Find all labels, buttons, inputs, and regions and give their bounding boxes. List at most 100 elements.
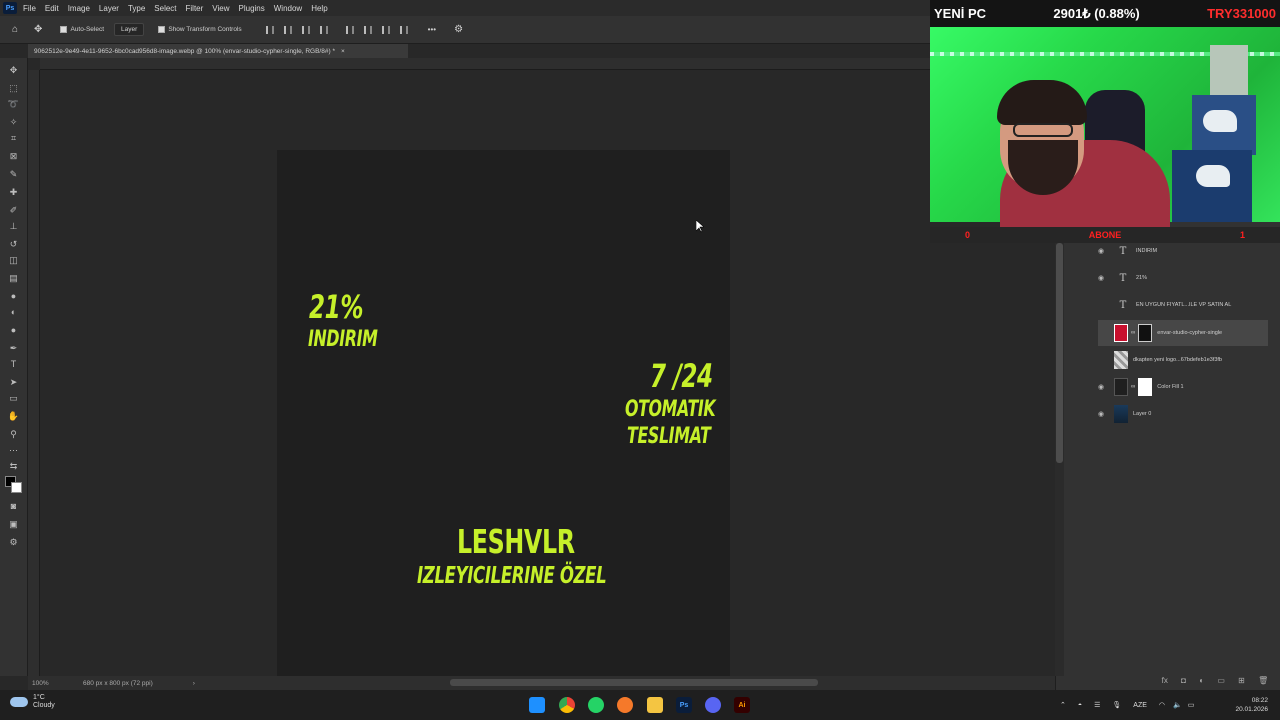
- move-tool-icon[interactable]: ✥: [34, 24, 42, 35]
- move-tool-icon[interactable]: ✥: [7, 64, 20, 76]
- type-tool-icon[interactable]: T: [7, 358, 20, 370]
- windows-start-icon[interactable]: [529, 697, 545, 713]
- language-indicator[interactable]: AZE: [1133, 702, 1147, 709]
- clone-stamp-tool-icon[interactable]: ⊥: [7, 220, 20, 232]
- close-tab-icon[interactable]: ×: [341, 48, 345, 55]
- brush-tool-icon[interactable]: ✐: [7, 204, 20, 216]
- lasso-tool-icon[interactable]: ➰: [7, 98, 20, 110]
- layer-mask-thumbnail[interactable]: [1138, 324, 1153, 342]
- layer-mask-thumbnail[interactable]: [1138, 378, 1153, 396]
- distribute-icon[interactable]: [319, 25, 328, 34]
- wifi-icon[interactable]: ◠: [1159, 701, 1165, 709]
- gear-icon[interactable]: ⚙: [454, 24, 463, 35]
- steam-icon[interactable]: ◓: [1078, 702, 1082, 709]
- menu-type[interactable]: Type: [128, 4, 145, 13]
- background-color-swatch[interactable]: [11, 482, 22, 493]
- layer-row[interactable]: ◉ dkapten yeni logo...67bdefeb1e3f3fb: [1098, 347, 1268, 373]
- new-group-icon[interactable]: ▭: [1217, 676, 1225, 685]
- illustrator-icon[interactable]: Ai: [734, 697, 750, 713]
- pen-tool-icon[interactable]: ✒: [7, 342, 20, 354]
- document-canvas[interactable]: 21% INDIRIM 7 /24 OTOMATIK TESLIMAT LESH…: [277, 150, 730, 676]
- delivery-line1-text[interactable]: OTOMATIK: [625, 397, 716, 422]
- eye-icon[interactable]: ◉: [1098, 274, 1108, 282]
- auto-select-target-dropdown[interactable]: Layer: [114, 23, 145, 36]
- photoshop-logo-icon[interactable]: Ps: [3, 2, 17, 14]
- document-tab[interactable]: 9062512e-9e49-4e11-9652-6bc0cad956d8-ima…: [28, 44, 408, 58]
- eye-icon[interactable]: ◉: [1098, 247, 1108, 255]
- healing-brush-tool-icon[interactable]: ✚: [7, 186, 20, 198]
- eye-icon[interactable]: ◉: [1098, 410, 1108, 418]
- distribute-vertical-icon[interactable]: [399, 25, 408, 34]
- home-icon[interactable]: ⌂: [12, 24, 18, 35]
- menu-select[interactable]: Select: [154, 4, 176, 13]
- more-options-button[interactable]: •••: [428, 25, 436, 34]
- more-tools-icon[interactable]: ⋯: [7, 444, 20, 456]
- eraser-tool-icon[interactable]: ◫: [7, 254, 20, 266]
- swap-colors-icon[interactable]: ⇆: [7, 460, 20, 472]
- menu-plugins[interactable]: Plugins: [239, 4, 265, 13]
- add-mask-icon[interactable]: ◘: [1181, 676, 1186, 685]
- blur-tool-icon[interactable]: ●: [7, 290, 20, 302]
- weather-widget[interactable]: 1°C Cloudy: [10, 694, 55, 710]
- layer-row[interactable]: ◉ ∞ Color Fill 1: [1098, 374, 1268, 400]
- dodge-burn-tool-icon[interactable]: ●: [7, 324, 20, 336]
- gradient-tool-icon[interactable]: ▤: [7, 272, 20, 284]
- discount-percent-text[interactable]: 21%: [309, 288, 363, 326]
- align-top-icon[interactable]: [345, 25, 354, 34]
- align-middle-icon[interactable]: [363, 25, 372, 34]
- rectangle-tool-icon[interactable]: ▭: [7, 392, 20, 404]
- hours-text[interactable]: 7 /24: [650, 357, 713, 395]
- blender-icon[interactable]: [617, 697, 633, 713]
- magic-wand-tool-icon[interactable]: ✧: [7, 116, 20, 128]
- eyedropper-tool-icon[interactable]: ✎: [7, 168, 20, 180]
- menu-layer[interactable]: Layer: [99, 4, 119, 13]
- menu-edit[interactable]: Edit: [45, 4, 59, 13]
- hand-tool-icon[interactable]: ✋: [7, 410, 20, 422]
- layer-row[interactable]: ◉ T EN UYGUN FIYATL...ILE VP SATIN AL: [1098, 292, 1268, 318]
- photoshop-icon[interactable]: Ps: [676, 697, 692, 713]
- align-center-icon[interactable]: [283, 25, 292, 34]
- layer-row[interactable]: ◉ ∞ envar-studio-cypher-single: [1098, 320, 1268, 346]
- whatsapp-icon[interactable]: [588, 697, 604, 713]
- menu-window[interactable]: Window: [274, 4, 302, 13]
- ruler-horizontal[interactable]: [40, 58, 930, 70]
- zoom-level[interactable]: 100%: [32, 680, 77, 687]
- microphone-icon[interactable]: 🎙: [1112, 701, 1121, 709]
- zoom-tool-icon[interactable]: ⚲: [7, 428, 20, 440]
- show-hidden-icons-icon[interactable]: ⌃: [1060, 701, 1066, 709]
- chrome-icon[interactable]: [559, 697, 575, 713]
- layer-row[interactable]: ◉ Layer 0: [1098, 401, 1268, 427]
- audience-text[interactable]: IZLEYICILERINE ÖZEL: [417, 563, 607, 589]
- marquee-tool-icon[interactable]: ⬚: [7, 82, 20, 94]
- menu-view[interactable]: View: [212, 4, 229, 13]
- discord-icon[interactable]: [705, 697, 721, 713]
- delete-layer-icon[interactable]: 🗑: [1258, 676, 1268, 685]
- horizontal-scrollbar[interactable]: [450, 679, 818, 686]
- history-brush-tool-icon[interactable]: ↺: [7, 238, 20, 250]
- auto-select-checkbox[interactable]: Auto-Select: [60, 26, 104, 33]
- discount-word-text[interactable]: INDIRIM: [308, 327, 378, 352]
- eye-icon[interactable]: ◉: [1098, 383, 1108, 391]
- settings-icon[interactable]: ☰: [1094, 701, 1100, 709]
- edit-toolbar-icon[interactable]: ⚙: [7, 536, 20, 548]
- menu-file[interactable]: File: [23, 4, 36, 13]
- speaker-icon[interactable]: 🔈: [1173, 701, 1182, 709]
- align-bottom-icon[interactable]: [381, 25, 390, 34]
- menu-filter[interactable]: Filter: [186, 4, 204, 13]
- ruler-vertical[interactable]: [28, 70, 40, 676]
- layer-row[interactable]: ◉ T 21%: [1098, 265, 1268, 291]
- vertical-scrollbar-thumb[interactable]: [1056, 243, 1063, 463]
- delivery-line2-text[interactable]: TESLIMAT: [627, 424, 711, 449]
- adjustment-layer-icon[interactable]: ◐: [1199, 676, 1204, 685]
- menu-help[interactable]: Help: [311, 4, 327, 13]
- screen-mode-icon[interactable]: ▣: [7, 518, 20, 530]
- new-layer-icon[interactable]: ⊞: [1238, 676, 1245, 685]
- link-layers-icon[interactable]: fx: [1162, 676, 1168, 685]
- file-explorer-icon[interactable]: [647, 697, 663, 713]
- frame-tool-icon[interactable]: ⊠: [7, 150, 20, 162]
- align-left-icon[interactable]: [265, 25, 274, 34]
- battery-icon[interactable]: ▭: [1188, 701, 1195, 709]
- status-menu-arrow[interactable]: ›: [193, 680, 195, 687]
- quick-mask-icon[interactable]: ◙: [7, 500, 20, 512]
- clock[interactable]: 08:22 20.01.2026: [1235, 696, 1268, 714]
